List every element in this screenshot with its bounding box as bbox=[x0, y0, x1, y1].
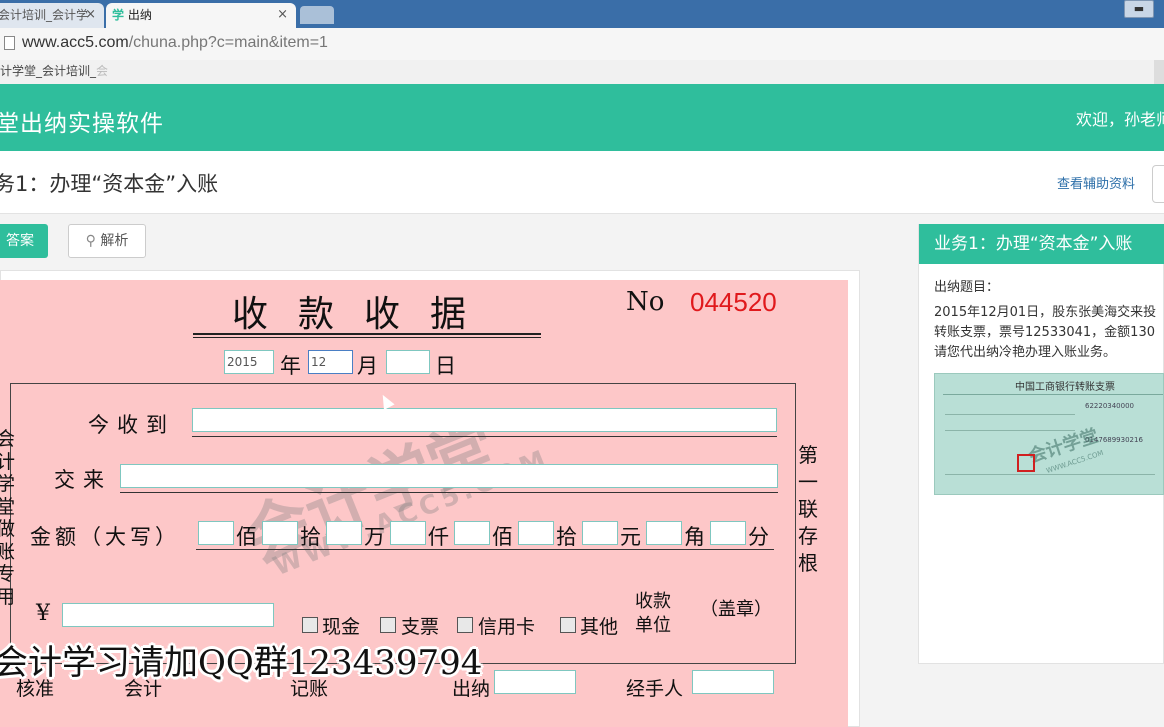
receipt-number: 044520 bbox=[690, 287, 777, 317]
page-icon bbox=[4, 36, 15, 50]
payment-for-input[interactable] bbox=[120, 464, 778, 488]
question-label: 出纳题目： bbox=[934, 280, 1000, 295]
link-icon: ⚲ bbox=[85, 233, 96, 249]
new-tab-button[interactable] bbox=[300, 6, 334, 24]
unit-label: 佰 bbox=[236, 525, 257, 549]
left-vertical-text: 会计学堂做账专用 bbox=[0, 428, 16, 608]
checkbox-other[interactable] bbox=[560, 617, 576, 633]
received-from-input[interactable] bbox=[192, 408, 777, 432]
task-panel-header: 业务1：办理“资本金”入账 bbox=[919, 224, 1164, 264]
cheque-number: 62220340000 bbox=[1085, 402, 1134, 410]
receipt-number-label: No bbox=[626, 287, 665, 317]
cheque-image[interactable]: 中国工商银行转账支票 62220340000 0147689930216 会计学… bbox=[934, 373, 1164, 495]
answer-button[interactable]: 答案 bbox=[0, 224, 48, 258]
url-path: /chuna.php?c=main&item=1 bbox=[128, 34, 328, 51]
promo-overlay-text: 会计学习请加QQ群123439794 bbox=[0, 643, 483, 683]
help-box-button[interactable] bbox=[1152, 165, 1164, 203]
amount-wan-input[interactable] bbox=[326, 521, 362, 545]
yen-symbol: ¥ bbox=[36, 601, 50, 626]
unit-label: 分 bbox=[748, 525, 769, 549]
analysis-label: 解析 bbox=[100, 233, 129, 249]
bookmark-bar: 计学堂_会计培训_会 bbox=[0, 60, 1164, 85]
year-label: 年 bbox=[280, 354, 301, 378]
browser-tab-cashier[interactable]: 学 出纳 × bbox=[106, 3, 296, 28]
url-host: www.acc5.com bbox=[22, 34, 129, 51]
scrollbar[interactable] bbox=[1154, 60, 1164, 84]
unit-label: 万 bbox=[364, 525, 385, 549]
receiving-unit-label: 收款单位 bbox=[635, 591, 671, 636]
checkbox-label: 其他 bbox=[580, 616, 619, 638]
title-underline bbox=[193, 337, 541, 338]
unit-label: 佰 bbox=[492, 525, 513, 549]
amount-hundred-million-input[interactable] bbox=[198, 521, 234, 545]
browser-tab-training[interactable]: 会计培训_会计学 × bbox=[0, 3, 104, 28]
cheque-rule bbox=[945, 430, 1075, 431]
amount-jiao-input[interactable] bbox=[646, 521, 682, 545]
amount-yuan-input[interactable] bbox=[582, 521, 618, 545]
unit-label: 元 bbox=[620, 525, 641, 549]
unit-label: 拾 bbox=[556, 525, 577, 549]
payment-for-label: 交来 bbox=[54, 468, 112, 492]
amount-ten-million-input[interactable] bbox=[262, 521, 298, 545]
checkbox-cash[interactable] bbox=[302, 617, 318, 633]
title-underline bbox=[193, 333, 541, 335]
seal-label: （盖章） bbox=[700, 599, 772, 620]
description-line: 请您代出纳冷艳办理入账业务。 bbox=[934, 345, 1117, 360]
tab-label: 会计培训_会计学 bbox=[0, 8, 89, 22]
description-line: 2015年12月01日，股东张美海交来投 bbox=[934, 305, 1157, 320]
received-from-label: 今收到 bbox=[88, 413, 175, 437]
checkbox-label: 信用卡 bbox=[478, 616, 536, 638]
welcome-text: 欢迎，孙老师 bbox=[1076, 110, 1164, 129]
amount-thousand-input[interactable] bbox=[390, 521, 426, 545]
amount-figure-input[interactable] bbox=[62, 603, 274, 627]
bookmark-item[interactable]: 计学堂_会计培训_ bbox=[0, 64, 96, 78]
receipt-title: 收款收据 bbox=[232, 294, 497, 335]
day-input[interactable] bbox=[386, 350, 430, 374]
amount-ten-input[interactable] bbox=[518, 521, 554, 545]
close-icon[interactable]: × bbox=[85, 3, 96, 27]
unit-label: 拾 bbox=[300, 525, 321, 549]
url-text[interactable]: www.acc5.com/chuna.php?c=main&item=1 bbox=[22, 34, 328, 52]
question-description: 2015年12月01日，股东张美海交来投 转账支票，票号12533041，金额1… bbox=[934, 303, 1164, 363]
task-bar: 务1：办理“资本金”入账 查看辅助资料 bbox=[0, 151, 1164, 214]
underline bbox=[120, 492, 778, 493]
day-label: 日 bbox=[435, 354, 456, 378]
underline bbox=[192, 436, 777, 437]
month-label: 月 bbox=[357, 354, 378, 378]
month-input[interactable]: 12 bbox=[308, 350, 353, 374]
task-title: 务1：办理“资本金”入账 bbox=[0, 172, 219, 196]
cheque-rule bbox=[945, 414, 1075, 415]
tab-label: 出纳 bbox=[127, 8, 152, 22]
description-line: 转账支票，票号12533041，金额130 bbox=[934, 325, 1155, 340]
cheque-rule bbox=[943, 394, 1163, 395]
unit-label: 角 bbox=[684, 525, 705, 549]
copy-label: 第一联存根 bbox=[798, 443, 818, 575]
amount-fen-input[interactable] bbox=[710, 521, 746, 545]
browser-tab-bar: 会计培训_会计学 × 学 出纳 × ▬ bbox=[0, 0, 1164, 28]
analysis-button[interactable]: ⚲ 解析 bbox=[68, 224, 146, 258]
bookmark-item-fade: 会 bbox=[96, 64, 109, 78]
amount-hundred-input[interactable] bbox=[454, 521, 490, 545]
handler-input[interactable] bbox=[692, 670, 774, 694]
site-favicon-icon: 学 bbox=[112, 8, 125, 22]
cheque-seal-icon bbox=[1017, 454, 1035, 472]
close-icon[interactable]: × bbox=[277, 3, 288, 27]
minimize-button[interactable]: ▬ bbox=[1124, 0, 1154, 18]
cashier-input[interactable] bbox=[494, 670, 576, 694]
help-material-link[interactable]: 查看辅助资料 bbox=[1057, 173, 1135, 192]
underline bbox=[196, 549, 774, 550]
app-title: 堂出纳实操软件 bbox=[0, 111, 164, 137]
year-input[interactable]: 2015 bbox=[224, 350, 274, 374]
address-bar[interactable]: www.acc5.com/chuna.php?c=main&item=1 bbox=[0, 28, 1164, 61]
checkbox-cheque[interactable] bbox=[380, 617, 396, 633]
checkbox-credit-card[interactable] bbox=[457, 617, 473, 633]
unit-label: 仟 bbox=[428, 525, 449, 549]
cheque-title: 中国工商银行转账支票 bbox=[1015, 382, 1115, 393]
app-header: 堂出纳实操软件 欢迎，孙老师 bbox=[0, 84, 1164, 151]
handler-label: 经手人 bbox=[626, 678, 684, 700]
amount-words-label: 金额（大写） bbox=[30, 525, 180, 549]
